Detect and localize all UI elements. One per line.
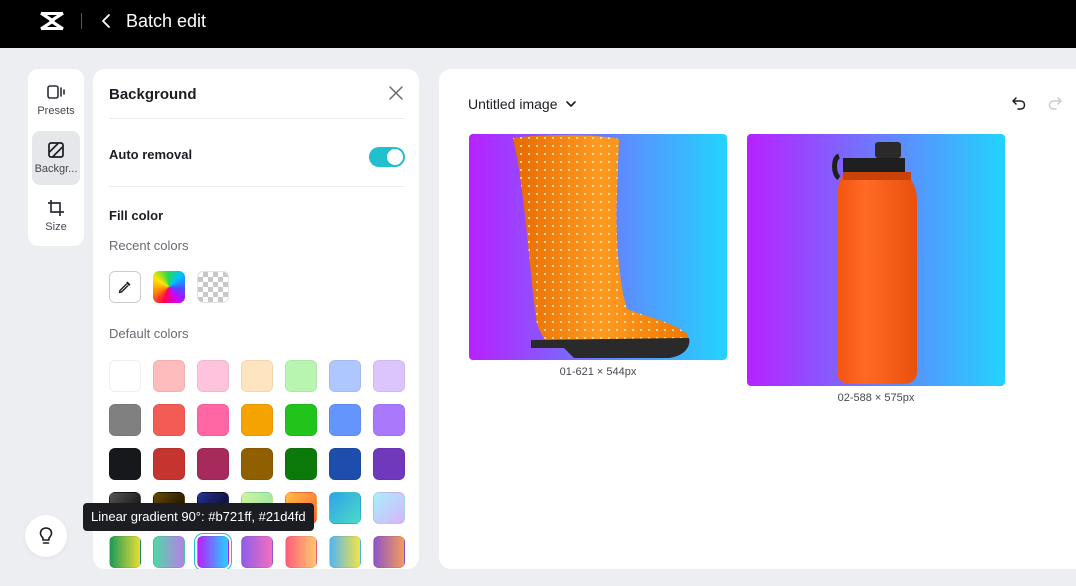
lightbulb-icon <box>39 527 53 544</box>
color-swatch[interactable] <box>109 404 141 436</box>
color-swatch[interactable] <box>329 448 361 480</box>
image-caption-1: 01-621 × 544px <box>559 366 637 378</box>
color-swatch[interactable] <box>241 448 273 480</box>
color-swatch[interactable] <box>329 492 361 524</box>
auto-removal-toggle[interactable] <box>369 147 405 167</box>
color-swatch[interactable] <box>329 536 361 568</box>
image-thumbnail-boot[interactable] <box>469 134 727 360</box>
rail-item-background[interactable]: Backgr... <box>32 131 80 185</box>
color-swatch[interactable] <box>285 448 317 480</box>
color-swatch[interactable] <box>153 360 185 392</box>
color-swatch[interactable] <box>285 360 317 392</box>
color-swatch[interactable] <box>373 492 405 524</box>
capcut-logo-icon[interactable] <box>38 9 66 33</box>
crop-icon <box>48 200 64 216</box>
rail-label-presets: Presets <box>37 105 75 117</box>
color-swatch[interactable] <box>197 360 229 392</box>
color-swatch[interactable] <box>329 360 361 392</box>
page-title: Batch edit <box>126 11 207 31</box>
close-panel-button[interactable] <box>387 84 405 102</box>
rail-item-presets[interactable]: Presets <box>32 73 80 127</box>
bottle-shape <box>832 142 917 384</box>
chevron-down-icon <box>565 101 576 107</box>
undo-button[interactable] <box>1011 95 1027 111</box>
back-button[interactable] <box>98 11 114 31</box>
default-colors-label: Default colors <box>109 326 189 341</box>
panel-title: Background <box>109 86 197 103</box>
topbar-divider <box>81 13 82 29</box>
gradient-tooltip: Linear gradient 90°: #b721ff, #21d4fd <box>83 503 314 531</box>
color-swatch[interactable] <box>373 536 405 568</box>
rail-item-size[interactable]: Size <box>32 189 80 243</box>
toggle-knob <box>387 149 403 165</box>
color-swatch[interactable] <box>109 536 141 568</box>
background-panel: Background Auto removal Fill color Recen… <box>93 69 419 569</box>
transparent-swatch[interactable] <box>197 271 229 303</box>
color-swatch[interactable] <box>153 536 185 568</box>
eyedropper-icon <box>118 281 131 294</box>
help-button[interactable] <box>25 515 67 557</box>
color-swatch[interactable] <box>373 448 405 480</box>
recent-colors-label: Recent colors <box>109 238 189 253</box>
color-swatch[interactable] <box>285 404 317 436</box>
eyedropper-button[interactable] <box>109 271 141 303</box>
rail-label-size: Size <box>45 221 67 233</box>
color-swatch[interactable] <box>241 360 273 392</box>
canvas-area: Untitled image 01-621 × 544px 02-588 × 5… <box>439 69 1076 569</box>
color-swatch[interactable] <box>197 536 229 568</box>
divider <box>109 118 405 119</box>
color-swatch[interactable] <box>109 448 141 480</box>
rail-label-background: Backgr... <box>34 163 78 175</box>
redo-icon <box>1048 97 1062 110</box>
top-bar: Batch edit <box>0 0 1076 48</box>
close-icon <box>389 86 403 100</box>
background-icon <box>48 142 64 158</box>
chevron-left-icon <box>102 14 110 28</box>
color-swatch[interactable] <box>329 404 361 436</box>
auto-removal-label: Auto removal <box>109 147 193 162</box>
color-swatch[interactable] <box>373 404 405 436</box>
color-swatch[interactable] <box>153 448 185 480</box>
color-swatch[interactable] <box>241 536 273 568</box>
color-swatch[interactable] <box>197 404 229 436</box>
redo-button[interactable] <box>1047 95 1063 111</box>
image-caption-2: 02-588 × 575px <box>837 392 915 404</box>
tool-rail: Presets Backgr... Size <box>28 69 84 246</box>
presets-icon <box>47 85 65 99</box>
document-title-dropdown[interactable]: Untitled image <box>468 96 576 112</box>
color-swatch[interactable] <box>373 360 405 392</box>
image-thumbnail-bottle[interactable] <box>747 134 1005 386</box>
document-title: Untitled image <box>468 96 558 112</box>
color-swatch[interactable] <box>241 404 273 436</box>
color-swatch[interactable] <box>197 448 229 480</box>
divider <box>109 186 405 187</box>
undo-icon <box>1012 97 1026 110</box>
rainbow-picker[interactable] <box>153 271 185 303</box>
color-swatch[interactable] <box>109 360 141 392</box>
color-swatch[interactable] <box>153 404 185 436</box>
color-swatch[interactable] <box>285 536 317 568</box>
fill-color-heading: Fill color <box>109 208 164 223</box>
